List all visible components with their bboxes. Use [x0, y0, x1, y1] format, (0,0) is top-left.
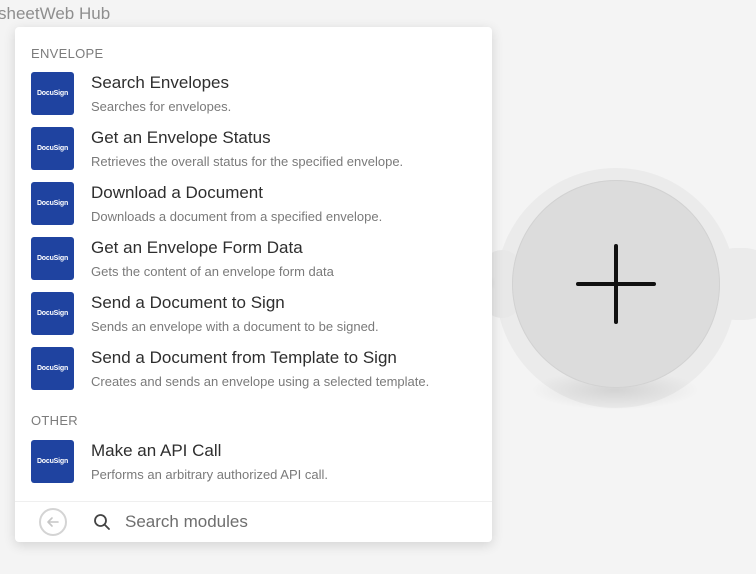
module-title: Get an Envelope Form Data	[91, 238, 303, 257]
section-label-envelope: ENVELOPE	[31, 46, 104, 61]
arrow-left-circle-icon	[47, 517, 59, 527]
add-module-node[interactable]	[512, 180, 720, 388]
module-title: Search Envelopes	[91, 73, 229, 92]
docusign-logo: DocuSign	[31, 72, 74, 115]
docusign-logo: DocuSign	[31, 440, 74, 483]
search-icon	[94, 514, 110, 530]
breadcrumb: sheetWeb Hub	[0, 4, 111, 23]
module-item-send-document-to-sign[interactable]: DocuSign Send a Document to Sign Sends a…	[31, 292, 481, 342]
docusign-logo: DocuSign	[31, 182, 74, 225]
module-item-make-api-call[interactable]: DocuSign Make an API Call Performs an ar…	[31, 440, 481, 490]
module-description: Gets the content of an envelope form dat…	[91, 264, 334, 279]
module-item-send-document-from-template[interactable]: DocuSign Send a Document from Template t…	[31, 347, 481, 397]
search-modules-input[interactable]	[125, 510, 465, 534]
module-title: Download a Document	[91, 183, 263, 202]
module-description: Retrieves the overall status for the spe…	[91, 154, 404, 169]
module-title: Get an Envelope Status	[91, 128, 271, 147]
module-picker-popup: ENVELOPE DocuSign Search Envelopes Searc…	[15, 27, 492, 542]
module-item-get-envelope-form-data[interactable]: DocuSign Get an Envelope Form Data Gets …	[31, 237, 481, 287]
module-title: Send a Document from Template to Sign	[91, 348, 397, 367]
section-label-other: OTHER	[31, 413, 78, 428]
docusign-logo: DocuSign	[31, 347, 74, 390]
module-item-search-envelopes[interactable]: DocuSign Search Envelopes Searches for e…	[31, 72, 481, 122]
module-title: Send a Document to Sign	[91, 293, 285, 312]
module-item-download-document[interactable]: DocuSign Download a Document Downloads a…	[31, 182, 481, 232]
module-item-get-envelope-status[interactable]: DocuSign Get an Envelope Status Retrieve…	[31, 127, 481, 177]
plus-icon-vertical	[614, 244, 618, 324]
module-description: Performs an arbitrary authorized API cal…	[91, 467, 328, 482]
popup-footer	[15, 501, 492, 543]
module-title: Make an API Call	[91, 441, 222, 460]
back-button[interactable]	[39, 508, 67, 536]
module-description: Searches for envelopes.	[91, 99, 232, 114]
module-description: Downloads a document from a specified en…	[91, 209, 383, 224]
docusign-logo: DocuSign	[31, 292, 74, 335]
module-description: Creates and sends an envelope using a se…	[91, 374, 430, 389]
docusign-logo: DocuSign	[31, 127, 74, 170]
scenario-canvas: sheetWeb Hub ENVELOPE DocuSign Search En…	[0, 0, 756, 574]
docusign-logo: DocuSign	[31, 237, 74, 280]
module-description: Sends an envelope with a document to be …	[91, 319, 379, 334]
